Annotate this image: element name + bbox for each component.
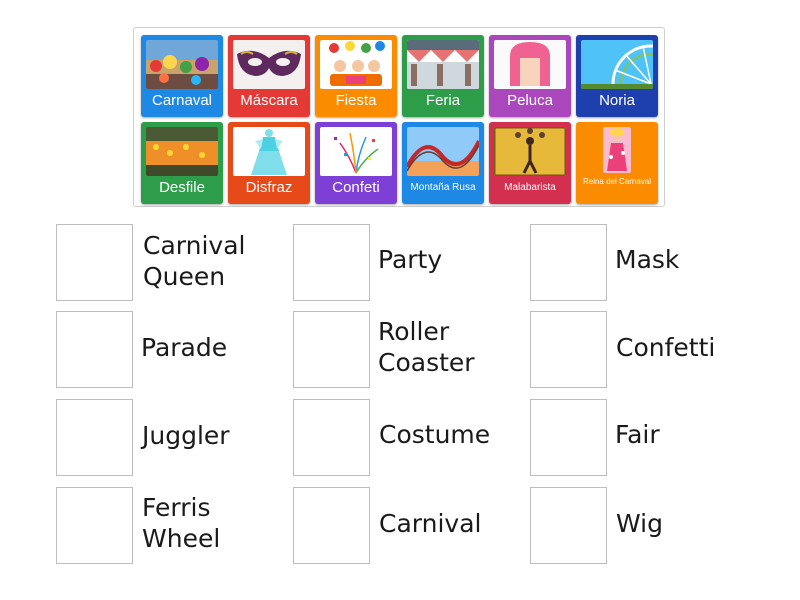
mask-photo-icon	[233, 40, 305, 89]
card-label: Malabarista	[504, 182, 556, 193]
card-label: Máscara	[240, 92, 298, 109]
drop-slot[interactable]	[293, 224, 370, 301]
costume-photo-icon	[233, 127, 305, 176]
card-peluca[interactable]: Peluca	[489, 35, 571, 117]
carnival-queen-photo-icon	[603, 127, 631, 173]
word-label: Ferris Wheel	[142, 493, 221, 553]
drop-slot[interactable]	[530, 399, 607, 476]
drop-slot[interactable]	[293, 487, 370, 564]
card-label: Carnaval	[151, 92, 213, 109]
card-label: Fiesta	[335, 92, 377, 109]
word-label: Parade	[141, 333, 228, 362]
drop-slot[interactable]	[293, 311, 370, 388]
parade-photo-icon	[146, 127, 218, 176]
juggler-photo-icon	[494, 127, 566, 176]
card-carnaval[interactable]: Carnaval	[141, 35, 223, 117]
confetti-photo-icon	[320, 127, 392, 176]
word-label: Fair	[615, 420, 660, 449]
card-label: Desfile	[159, 179, 205, 196]
card-disfraz[interactable]: Disfraz	[228, 122, 310, 204]
drop-slot[interactable]	[56, 487, 133, 564]
fair-tents-photo-icon	[407, 40, 479, 89]
card-label: Disfraz	[245, 179, 293, 196]
carnival-crowd-photo-icon	[146, 40, 218, 89]
card-montana-rusa[interactable]: Montaña Rusa	[402, 122, 484, 204]
word-label: Mask	[615, 245, 680, 274]
drop-slot[interactable]	[530, 487, 607, 564]
word-label: Carnival	[379, 509, 482, 538]
word-label: Costume	[379, 420, 491, 449]
card-reina-del-carnaval[interactable]: Reina del Carnaval	[576, 122, 658, 204]
card-malabarista[interactable]: Malabarista	[489, 122, 571, 204]
card-noria[interactable]: Noria	[576, 35, 658, 117]
word-label: Party	[378, 245, 443, 274]
card-tray: Carnaval Máscara Fiesta Feria Peluca Nor…	[133, 27, 665, 207]
word-label: Confetti	[616, 333, 716, 362]
pink-wig-photo-icon	[494, 40, 566, 89]
party-kids-photo-icon	[320, 40, 392, 89]
word-label: Roller Coaster	[378, 317, 475, 377]
card-label: Confeti	[332, 179, 380, 196]
card-feria[interactable]: Feria	[402, 35, 484, 117]
card-label: Peluca	[507, 92, 553, 109]
card-label: Montaña Rusa	[410, 182, 476, 193]
word-label: Wig	[616, 509, 663, 538]
card-fiesta[interactable]: Fiesta	[315, 35, 397, 117]
card-label: Feria	[425, 92, 461, 109]
drop-slot[interactable]	[56, 311, 133, 388]
ferris-wheel-photo-icon	[581, 40, 653, 89]
drop-slot[interactable]	[293, 399, 370, 476]
word-label: Carnival Queen	[143, 231, 246, 291]
card-desfile[interactable]: Desfile	[141, 122, 223, 204]
drop-slot[interactable]	[56, 399, 133, 476]
card-label: Reina del Carnaval	[582, 177, 652, 186]
drop-slot[interactable]	[530, 311, 607, 388]
drop-slot[interactable]	[530, 224, 607, 301]
roller-coaster-photo-icon	[407, 127, 479, 176]
card-label: Noria	[599, 92, 635, 109]
word-label: Juggler	[142, 421, 230, 450]
card-confeti[interactable]: Confeti	[315, 122, 397, 204]
drop-slot[interactable]	[56, 224, 133, 301]
card-mascara[interactable]: Máscara	[228, 35, 310, 117]
